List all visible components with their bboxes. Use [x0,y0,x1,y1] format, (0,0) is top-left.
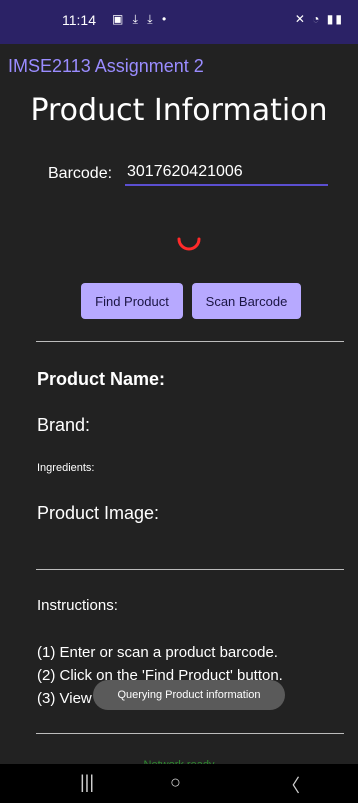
product-image-label: Product Image: [37,503,160,523]
brand-label: Brand: [37,415,91,435]
ingredients-label: Ingredients: [37,462,95,474]
home-icon[interactable]: ○ [170,772,181,793]
product-name-label: Product Name: [37,369,166,389]
back-icon[interactable]: 〈 [282,772,300,798]
find-product-button[interactable]: Find Product [81,283,183,319]
divider [36,733,344,734]
toast-message: Querying Product information [93,680,285,710]
status-time: 11:14 [62,12,96,28]
notification-icons: ▣ ⤓ ⤓ • [112,12,170,26]
recents-icon[interactable]: ||| [80,772,94,793]
navigation-bar: ||| ○ 〈 [0,764,358,803]
barcode-label: Barcode: [48,165,113,182]
divider [36,341,344,342]
status-bar: 11:14 ▣ ⤓ ⤓ • ✕ ◔ ▮▮ [0,0,358,44]
barcode-input[interactable] [125,160,328,186]
loading-spinner-icon [177,237,201,251]
scan-barcode-button[interactable]: Scan Barcode [192,283,301,319]
divider [36,569,344,570]
app-title: IMSE2113 Assignment 2 [8,56,204,76]
system-status-icons: ✕ ◔ ▮▮ [294,12,344,26]
instruction-step: (1) Enter or scan a product barcode. [37,644,278,661]
page-title: Product Information [30,93,328,128]
instructions-heading: Instructions: [37,597,118,614]
